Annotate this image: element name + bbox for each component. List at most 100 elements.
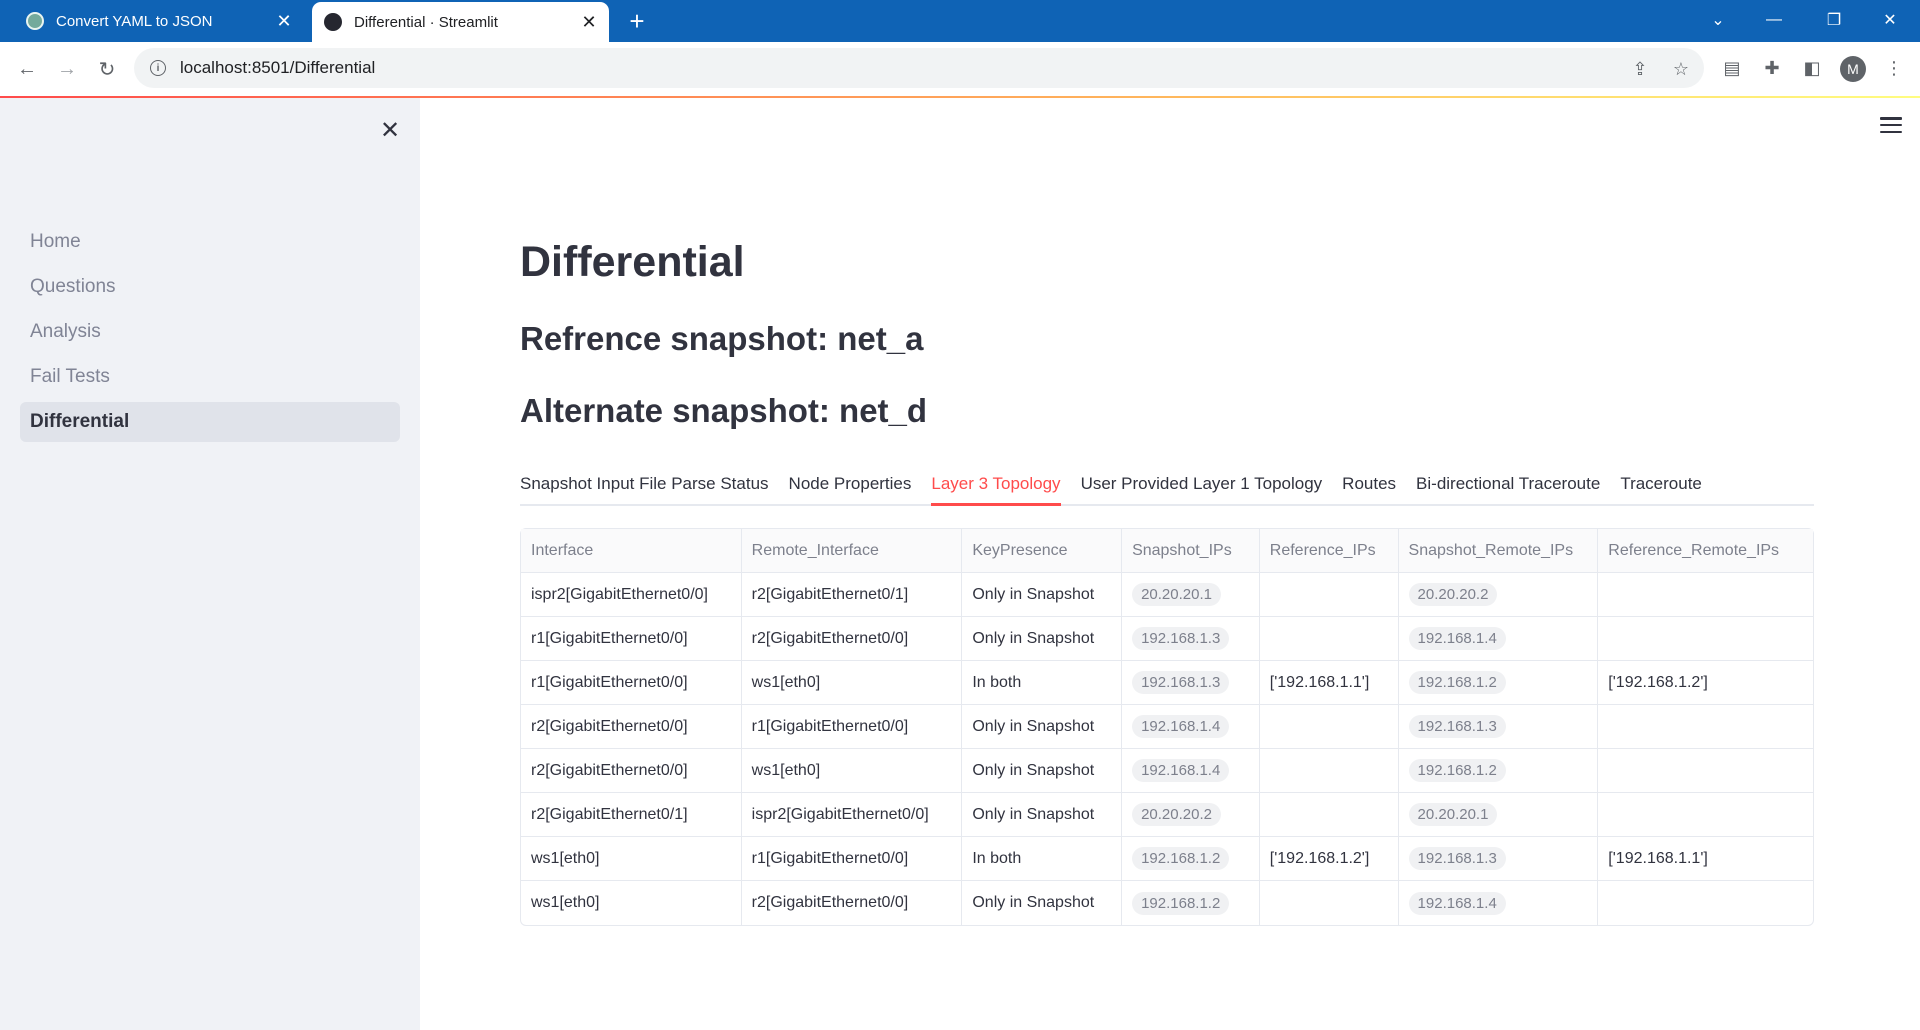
table-cell[interactable] [1598, 573, 1813, 617]
close-tab-icon[interactable]: ✕ [575, 8, 603, 36]
table-cell[interactable]: 20.20.20.1 [1398, 793, 1599, 837]
close-tab-icon[interactable]: ✕ [270, 7, 298, 35]
table-cell[interactable]: 192.168.1.4 [1122, 705, 1260, 749]
share-icon[interactable]: ⇪ [1629, 58, 1651, 80]
ip-pill: 192.168.1.2 [1132, 891, 1230, 915]
table-cell[interactable]: In both [962, 837, 1123, 881]
table-cell[interactable]: 192.168.1.4 [1399, 881, 1599, 925]
tab-user-provided-layer-1-topology[interactable]: User Provided Layer 1 Topology [1081, 464, 1323, 504]
column-header[interactable]: Snapshot_IPs [1122, 529, 1260, 573]
minimize-window-icon[interactable]: — [1746, 0, 1802, 40]
table-cell[interactable] [1259, 705, 1399, 749]
table-cell[interactable] [1259, 749, 1399, 793]
tab-layer-3-topology[interactable]: Layer 3 Topology [931, 464, 1061, 506]
table-cell[interactable]: ws1[eth0] [521, 881, 742, 925]
table-cell[interactable]: ws1[eth0] [741, 661, 963, 705]
forward-arrow-icon[interactable]: → [52, 54, 82, 84]
browser-tab-convert-yaml[interactable]: Convert YAML to JSON ✕ [14, 0, 304, 42]
table-cell[interactable]: 192.168.1.2 [1122, 881, 1260, 925]
browser-tab-differential[interactable]: Differential · Streamlit ✕ [312, 2, 609, 42]
table-cell[interactable]: ispr2[GigabitEthernet0/0] [741, 793, 963, 837]
restore-window-icon[interactable]: ❐ [1806, 0, 1862, 40]
table-cell[interactable]: Only in Snapshot [962, 749, 1123, 793]
tab-node-properties[interactable]: Node Properties [789, 464, 912, 504]
tab-bi-directional-traceroute[interactable]: Bi-directional Traceroute [1416, 464, 1600, 504]
table-cell[interactable]: 192.168.1.3 [1398, 837, 1599, 881]
column-header[interactable]: Reference_IPs [1259, 529, 1399, 573]
table-cell[interactable]: 192.168.1.2 [1398, 749, 1599, 793]
tab-traceroute[interactable]: Traceroute [1620, 464, 1702, 504]
reading-list-icon[interactable]: ▤ [1718, 54, 1746, 82]
tab-routes[interactable]: Routes [1342, 464, 1396, 504]
main-menu-icon[interactable] [1878, 114, 1904, 136]
sidebar-item-differential[interactable]: Differential [20, 402, 400, 442]
table-cell[interactable]: ['192.168.1.2'] [1598, 661, 1813, 705]
table-cell[interactable]: ws1[eth0] [521, 837, 742, 881]
bookmark-star-icon[interactable]: ☆ [1670, 58, 1692, 80]
profile-avatar[interactable]: M [1840, 56, 1866, 82]
table-cell[interactable]: r1[GigabitEthernet0/0] [741, 705, 963, 749]
site-info-icon[interactable]: i [150, 60, 166, 76]
close-window-icon[interactable]: ✕ [1862, 0, 1918, 40]
table-cell[interactable]: 20.20.20.1 [1122, 573, 1260, 617]
table-cell[interactable]: 192.168.1.2 [1398, 661, 1599, 705]
sidebar-item-fail-tests[interactable]: Fail Tests [20, 357, 400, 397]
table-cell[interactable]: ws1[eth0] [741, 749, 963, 793]
table-cell[interactable]: Only in Snapshot [962, 573, 1123, 617]
browser-menu-icon[interactable]: ⋮ [1880, 54, 1908, 82]
new-tab-button[interactable]: + [622, 6, 652, 36]
table-cell[interactable]: r1[GigabitEthernet0/0] [521, 617, 742, 661]
table-cell[interactable] [1259, 617, 1399, 661]
extensions-puzzle-icon[interactable]: ✚ [1758, 54, 1786, 82]
sidebar-item-home[interactable]: Home [20, 222, 400, 262]
table-cell[interactable] [1598, 705, 1813, 749]
table-cell[interactable]: ispr2[GigabitEthernet0/0] [521, 573, 742, 617]
column-header[interactable]: Reference_Remote_IPs [1598, 529, 1813, 573]
table-cell[interactable]: ['192.168.1.1'] [1598, 837, 1813, 881]
table-cell[interactable] [1598, 793, 1813, 837]
table-cell[interactable]: 192.168.1.4 [1122, 749, 1260, 793]
table-cell[interactable]: r2[GigabitEthernet0/0] [521, 749, 742, 793]
table-cell[interactable] [1598, 749, 1813, 793]
table-cell[interactable]: Only in Snapshot [962, 617, 1123, 661]
table-cell[interactable] [1598, 881, 1813, 925]
sidebar-item-analysis[interactable]: Analysis [20, 312, 400, 352]
table-cell[interactable]: r2[GigabitEthernet0/0] [521, 705, 742, 749]
table-cell[interactable]: 192.168.1.3 [1122, 661, 1260, 705]
table-cell[interactable]: Only in Snapshot [962, 705, 1123, 749]
table-cell[interactable]: r2[GigabitEthernet0/1] [521, 793, 742, 837]
table-cell[interactable] [1259, 573, 1399, 617]
layer3-topology-table[interactable]: Interface Remote_Interface KeyPresence S… [520, 528, 1814, 926]
table-cell[interactable] [1598, 617, 1813, 661]
table-cell[interactable]: 192.168.1.4 [1398, 617, 1599, 661]
column-header[interactable]: Interface [521, 529, 742, 573]
table-cell[interactable]: Only in Snapshot [962, 793, 1123, 837]
table-cell[interactable]: r1[GigabitEthernet0/0] [741, 837, 963, 881]
table-cell[interactable]: r2[GigabitEthernet0/0] [741, 617, 963, 661]
back-arrow-icon[interactable]: ← [12, 54, 42, 84]
reload-icon[interactable]: ↻ [92, 54, 122, 84]
column-header[interactable]: Remote_Interface [741, 529, 963, 573]
table-cell[interactable]: 192.168.1.3 [1122, 617, 1260, 661]
column-header[interactable]: Snapshot_Remote_IPs [1398, 529, 1599, 573]
table-cell[interactable]: ['192.168.1.1'] [1259, 661, 1399, 705]
tab-search-icon[interactable]: ⌄ [1690, 0, 1746, 40]
table-cell[interactable]: r2[GigabitEthernet0/1] [741, 573, 963, 617]
table-cell[interactable]: ['192.168.1.2'] [1259, 837, 1399, 881]
table-cell[interactable] [1260, 881, 1399, 925]
side-panel-icon[interactable]: ◧ [1798, 54, 1826, 82]
table-cell[interactable]: Only in Snapshot [962, 881, 1123, 925]
close-sidebar-icon[interactable]: ✕ [376, 116, 404, 144]
table-cell[interactable]: r1[GigabitEthernet0/0] [521, 661, 742, 705]
table-cell[interactable]: r2[GigabitEthernet0/0] [742, 881, 963, 925]
table-cell[interactable]: 20.20.20.2 [1398, 573, 1599, 617]
sidebar-item-questions[interactable]: Questions [20, 267, 400, 307]
column-header[interactable]: KeyPresence [962, 529, 1123, 573]
url-bar[interactable]: i localhost:8501/Differential ⇪ ☆ [134, 48, 1704, 88]
table-cell[interactable]: In both [962, 661, 1123, 705]
table-cell[interactable]: 20.20.20.2 [1122, 793, 1260, 837]
tab-snapshot-input-file-parse-status[interactable]: Snapshot Input File Parse Status [520, 464, 769, 504]
table-cell[interactable]: 192.168.1.2 [1122, 837, 1260, 881]
table-cell[interactable]: 192.168.1.3 [1398, 705, 1599, 749]
table-cell[interactable] [1259, 793, 1399, 837]
